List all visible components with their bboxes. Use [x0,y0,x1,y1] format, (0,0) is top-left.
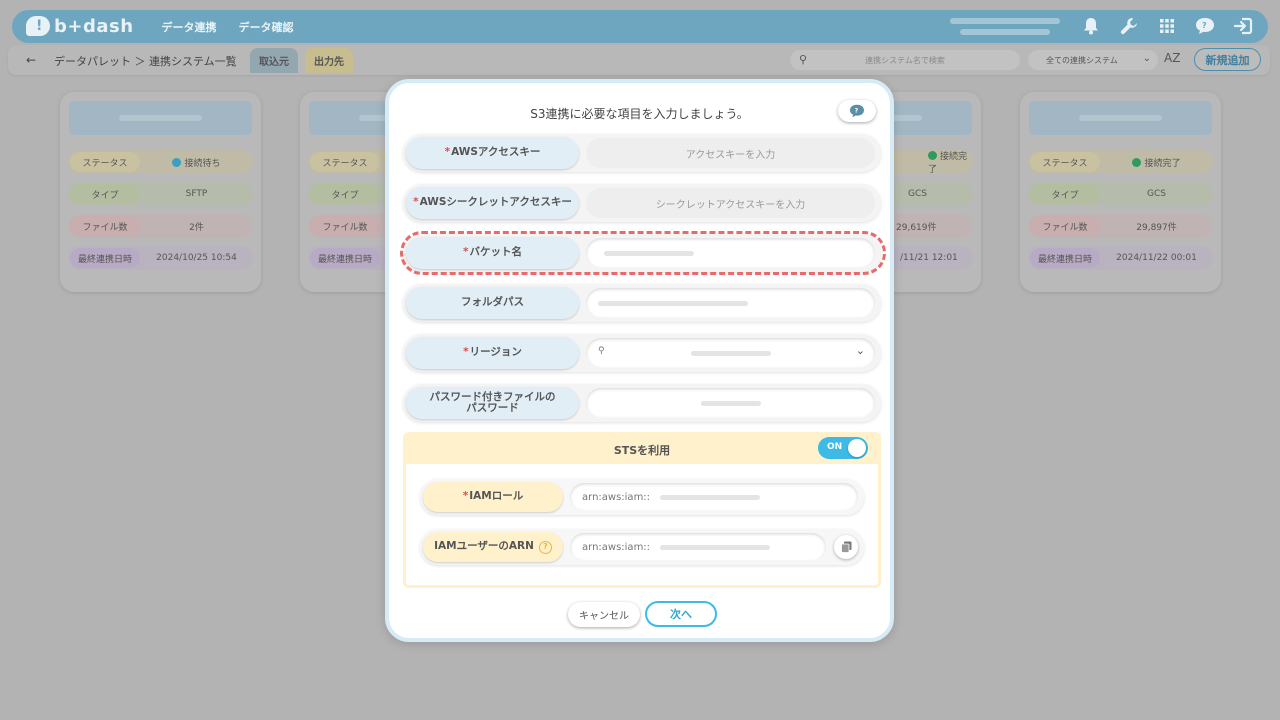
folder-path-row: フォルダパス [403,284,881,322]
logo-text: b+dash [54,16,134,37]
type-value: GCS [1147,189,1166,199]
files-label: ファイル数 [70,216,140,236]
secret-key-label: * AWSシークレットアクセスキー [406,187,579,219]
tab-import-source[interactable]: 取込元 [250,48,298,73]
access-key-row: * AWSアクセスキー アクセスキーを入力 [403,134,881,172]
logo-bubble-icon: ! [26,15,52,39]
status-label: ステータス [310,152,380,172]
svg-text:?: ? [855,108,859,115]
type-label: タイプ [310,184,380,204]
type-value: SFTP [185,189,208,199]
last-sync-label: 最終連携日時 [70,248,140,268]
file-password-input[interactable] [586,388,875,418]
toolbar: ← データパレット ＞ 連携システム一覧 取込元 出力先 ⚲ 連携システム名で検… [8,45,1270,75]
nav-data-check[interactable]: データ確認 [239,19,294,35]
next-button[interactable]: 次へ [645,601,717,627]
file-password-row: パスワード付きファイルの パスワード [403,384,881,422]
files-label: ファイル数 [1030,216,1100,236]
type-label: タイプ [1030,184,1100,204]
iam-role-input[interactable]: arn:aws:iam:: [570,483,858,511]
apps-grid-icon[interactable] [1156,15,1178,37]
back-arrow-icon[interactable]: ← [26,53,36,67]
top-header: ! b+dash データ連携 データ確認 ? [12,10,1268,43]
bell-icon[interactable] [1080,15,1102,37]
help-button[interactable]: ? [838,100,876,122]
iam-user-arn-label: IAMユーザーのARN? [423,532,563,562]
iam-user-arn-value: arn:aws:iam:: [570,533,826,561]
region-select[interactable]: ⚲ ⌄ [586,338,875,368]
toggle-knob [848,439,866,457]
chat-help-icon: ? [850,104,864,118]
bucket-highlight-outline [400,231,886,275]
search-icon: ⚲ [598,346,605,356]
file-password-label: パスワード付きファイルの パスワード [406,387,579,419]
secret-key-input[interactable]: シークレットアクセスキーを入力 [586,188,875,218]
status-value: 接続完了 [1100,156,1213,169]
chat-help-icon[interactable]: ? [1194,15,1216,37]
toggle-state: ON [827,442,843,452]
sort-az-button[interactable]: AZ [1164,51,1180,65]
chevron-down-icon: ⌄ [855,344,865,357]
svg-text:?: ? [1202,21,1207,30]
sts-panel: * IAMロール arn:aws:iam:: IAMユーザーのARN? arn:a… [403,464,881,588]
files-label: ファイル数 [310,216,380,236]
modal-title: S3連携に必要な項目を入力しましょう。 [530,107,749,121]
filter-value: 全ての連携システム [1046,56,1118,65]
last-sync-value: 2024/10/25 10:54 [156,253,237,263]
iam-role-label: * IAMロール [423,482,563,512]
folder-path-input[interactable] [586,288,875,318]
system-filter-select[interactable]: 全ての連携システム ⌄ [1028,50,1158,70]
iam-user-arn-row: IAMユーザーのARN? arn:aws:iam:: [420,529,864,565]
access-key-label: * AWSアクセスキー [406,137,579,169]
search-input[interactable]: ⚲ 連携システム名で検索 [790,50,1020,70]
copy-icon [840,541,851,553]
last-sync-label: 最終連携日時 [310,248,380,268]
system-card[interactable]: ステータス 接続待ち タイプ SFTP ファイル数 2件 最終連携日時 2024/10/… [60,92,261,292]
copy-button[interactable] [834,535,858,559]
folder-path-label: フォルダパス [406,287,579,319]
access-key-input[interactable]: アクセスキーを入力 [586,138,875,168]
s3-connection-modal: S3連携に必要な項目を入力しましょう。 ? * AWSアクセスキー アクセスキーを… [385,79,894,642]
sts-label: STSを利用 [613,444,671,457]
card-title [1029,101,1212,135]
type-label: タイプ [70,184,140,204]
status-label: ステータス [1030,152,1100,172]
question-icon[interactable]: ? [538,540,552,554]
files-value: 29,897件 [1136,222,1177,233]
status-label: ステータス [70,152,140,172]
system-card[interactable]: ステータス 接続完了 タイプ GCS ファイル数 29,897件 最終連携日時 2024… [1020,92,1221,292]
region-label: * リージョン [406,337,579,369]
card-title [69,101,252,135]
logout-icon[interactable] [1232,15,1254,37]
region-row: * リージョン ⚲ ⌄ [403,334,881,372]
status-value: 接続待ち [140,156,253,169]
files-value: 2件 [189,222,204,233]
sts-toggle[interactable]: ON [818,437,868,459]
chevron-down-icon: ⌄ [1142,53,1151,64]
breadcrumb[interactable]: データパレット ＞ 連携システム一覧 [54,53,237,69]
user-info[interactable] [942,14,1070,38]
last-sync-label: 最終連携日時 [1030,248,1100,268]
secret-key-row: * AWSシークレットアクセスキー シークレットアクセスキーを入力 [403,184,881,222]
iam-role-row: * IAMロール arn:aws:iam:: [420,479,864,515]
last-sync-value: 2024/11/22 00:01 [1116,253,1197,263]
logo[interactable]: ! b+dash [26,15,134,39]
sts-section-header: STSを利用 ON [403,432,881,464]
cancel-button[interactable]: キャンセル [568,602,640,627]
search-placeholder: 連携システム名で検索 [865,56,945,65]
add-new-button[interactable]: 新規追加 [1194,48,1261,71]
nav-data-integration[interactable]: データ連携 [162,19,217,35]
wrench-icon[interactable] [1118,15,1140,37]
tab-output-destination[interactable]: 出力先 [305,48,353,73]
